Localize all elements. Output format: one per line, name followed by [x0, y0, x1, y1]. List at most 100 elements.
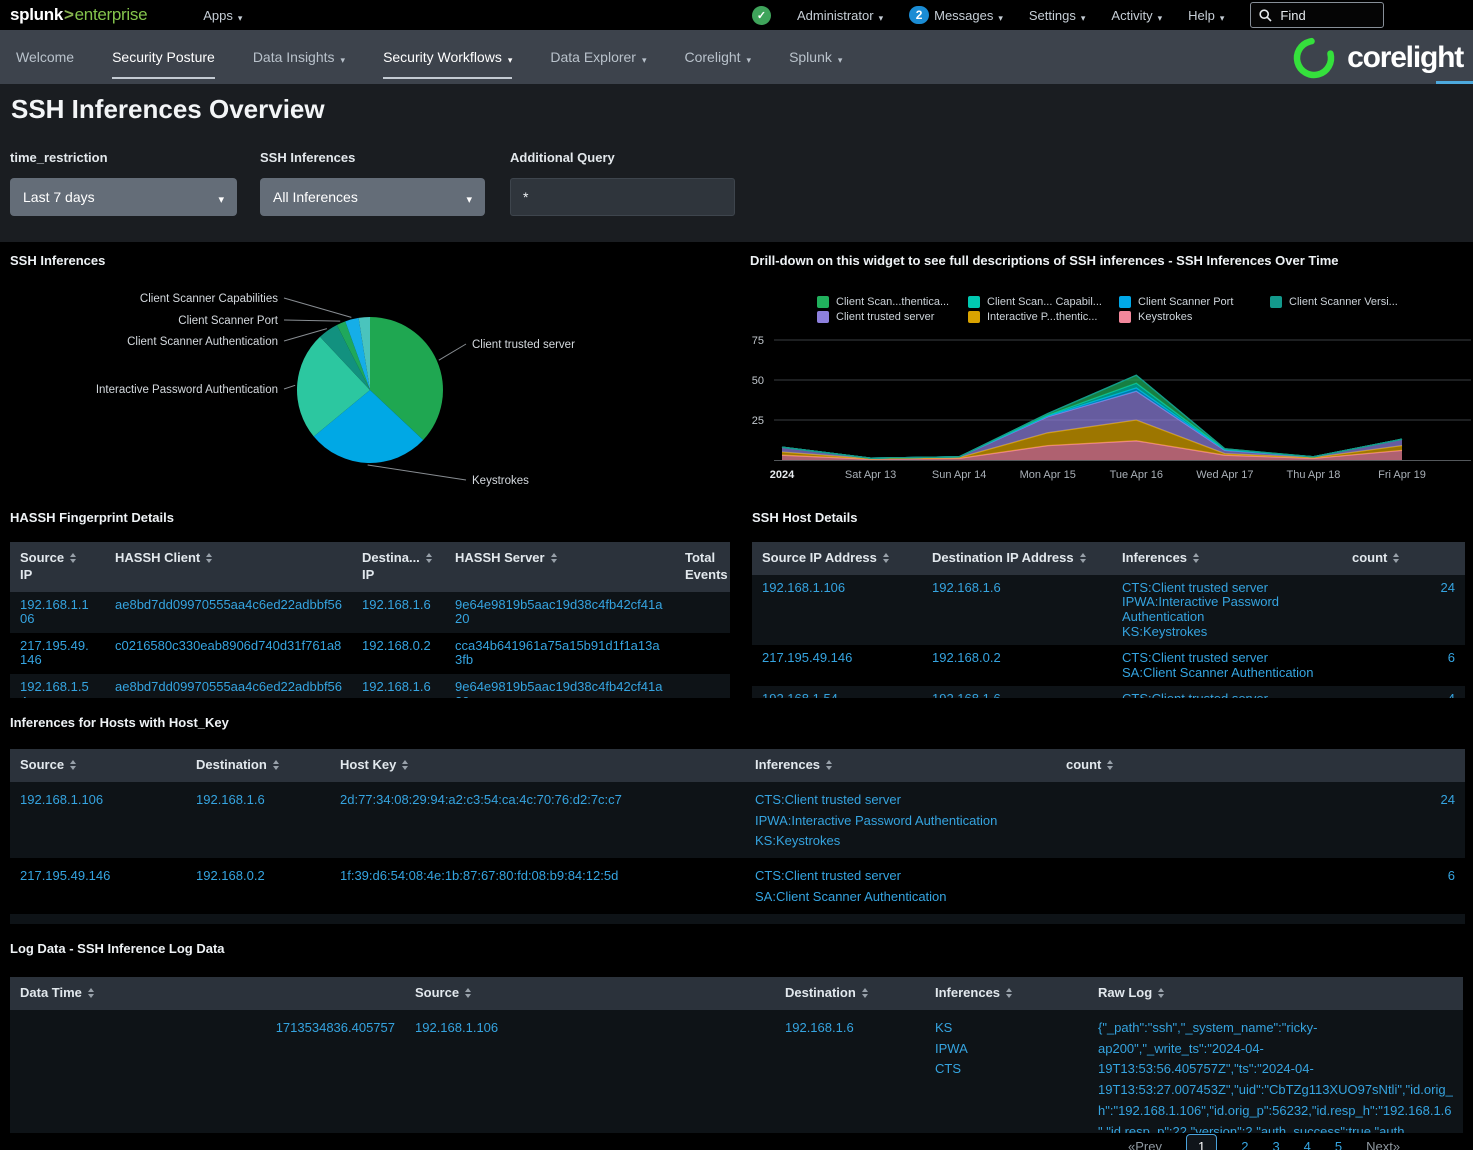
column-header-source-ip-address[interactable]: Source IP Address [752, 542, 922, 575]
legend-item-keystrokes[interactable]: Keystrokes [1119, 311, 1270, 323]
health-check-icon[interactable] [752, 6, 771, 25]
cell-link[interactable]: SA:Client Scanner Authentication [1122, 665, 1314, 680]
time-restriction-dropdown[interactable]: Last 7 days [10, 178, 237, 216]
column-header-destina-ip[interactable]: Destina... IP [352, 542, 445, 592]
cell-link[interactable]: 192.168.1.54 [20, 679, 89, 698]
column-header-hassh-client[interactable]: HASSH Client [105, 542, 352, 592]
legend-item-client-scan-capabil[interactable]: Client Scan... Capabil... [968, 296, 1119, 308]
ssh-inferences-dropdown[interactable]: All Inferences [260, 178, 485, 216]
nav-item-security-posture[interactable]: Security Posture [112, 30, 215, 84]
sort-icon[interactable] [883, 553, 889, 563]
sort-icon[interactable] [70, 760, 76, 770]
sort-icon[interactable] [1158, 988, 1164, 998]
nav-item-splunk[interactable]: Splunk [789, 30, 842, 84]
cell-link[interactable]: 24 [1441, 792, 1455, 807]
sort-icon[interactable] [1107, 760, 1113, 770]
column-header-raw-log[interactable]: Raw Log [1088, 977, 1463, 1010]
help-menu[interactable]: Help [1188, 8, 1224, 23]
cell-link[interactable]: SA:Client Scanner Authentication [755, 889, 947, 904]
administrator-menu[interactable]: Administrator [797, 8, 883, 23]
cell-link[interactable]: {"_path":"ssh","_system_name":"ricky-ap2… [1098, 1020, 1453, 1133]
column-header-source-ip[interactable]: Source IP [10, 542, 105, 592]
cell-link[interactable]: IPWA:Interactive Password Authentication [1122, 594, 1279, 624]
column-header-inferences[interactable]: Inferences [1112, 542, 1342, 575]
nav-item-data-insights[interactable]: Data Insights [253, 30, 345, 84]
legend-item-client-scanner-port[interactable]: Client Scanner Port [1119, 296, 1270, 308]
cell-link[interactable]: 192.168.1.106 [415, 1020, 498, 1035]
column-header-hassh-server[interactable]: HASSH Server [445, 542, 675, 592]
column-header-inferences[interactable]: Inferences [925, 977, 1088, 1010]
cell-link[interactable]: 192.168.0.2 [196, 868, 265, 883]
sort-icon[interactable] [1193, 553, 1199, 563]
cell-link[interactable]: 192.168.1.106 [20, 597, 89, 627]
nav-item-welcome[interactable]: Welcome [16, 30, 74, 84]
column-header-source[interactable]: Source [10, 749, 186, 782]
nav-item-corelight[interactable]: Corelight [685, 30, 752, 84]
cell-link[interactable]: ae8bd7dd09970555aa4c6ed22adbbf56 [115, 597, 342, 612]
sort-icon[interactable] [402, 760, 408, 770]
sort-icon[interactable] [70, 553, 76, 563]
cell-link[interactable]: 192.168.1.6 [196, 792, 265, 807]
cell-link[interactable]: 192.168.0.2 [362, 638, 431, 653]
sort-icon[interactable] [862, 988, 868, 998]
settings-menu[interactable]: Settings [1029, 8, 1086, 23]
cell-link[interactable]: 6 [1448, 868, 1455, 883]
column-header-destination[interactable]: Destination [775, 977, 925, 1010]
cell-link[interactable]: 217.195.49.146 [762, 650, 852, 665]
cell-link[interactable]: CTS:Client trusted server [1122, 691, 1268, 698]
pagination-page-5[interactable]: 5 [1335, 1139, 1342, 1150]
column-header-destination-ip-address[interactable]: Destination IP Address [922, 542, 1112, 575]
sort-icon[interactable] [273, 760, 279, 770]
sort-icon[interactable] [88, 988, 94, 998]
column-header-inferences[interactable]: Inferences [745, 749, 1056, 782]
cell-link[interactable]: CTS:Client trusted server [755, 792, 901, 807]
pagination-page-2[interactable]: 2 [1241, 1139, 1248, 1150]
legend-item-interactive-p-thentic[interactable]: Interactive P...thentic... [968, 311, 1119, 323]
cell-link[interactable]: 192.168.1.6 [932, 691, 1001, 698]
cell-link[interactable]: 192.168.1.6 [785, 1020, 854, 1035]
cell-link[interactable]: 192.168.1.106 [20, 792, 103, 807]
find-search[interactable] [1250, 2, 1384, 28]
apps-menu[interactable]: Apps [203, 8, 242, 23]
cell-link[interactable]: IPWA [935, 1041, 968, 1056]
cell-link[interactable]: 1713534836.405757 [276, 1020, 395, 1035]
cell-link[interactable]: 192.168.1.6 [362, 679, 431, 694]
cell-link[interactable]: 192.168.1.6 [932, 580, 1001, 595]
sort-icon[interactable] [206, 553, 212, 563]
pagination-next[interactable]: Next» [1366, 1139, 1400, 1150]
cell-link[interactable]: 217.195.49.146 [20, 868, 110, 883]
activity-menu[interactable]: Activity [1111, 8, 1162, 23]
nav-item-security-workflows[interactable]: Security Workflows [383, 30, 512, 84]
pagination-prev[interactable]: «Prev [1128, 1139, 1162, 1150]
cell-link[interactable]: CTS [935, 1061, 961, 1076]
cell-link[interactable]: 192.168.1.106 [762, 580, 845, 595]
column-header-destination[interactable]: Destination [186, 749, 330, 782]
cell-link[interactable]: 9e64e9819b5aac19d38c4fb42cf41a20 [455, 679, 662, 698]
legend-item-client-scan-thentica[interactable]: Client Scan...thentica... [817, 296, 968, 308]
additional-query-input[interactable] [510, 178, 735, 216]
sort-icon[interactable] [426, 553, 432, 563]
cell-link[interactable]: c0216580c330eab8906d740d31f761a8 [115, 638, 341, 653]
cell-link[interactable]: 4 [1448, 691, 1455, 698]
column-header-data-time[interactable]: Data Time [10, 977, 405, 1010]
cell-link[interactable]: 24 [1441, 580, 1455, 595]
cell-link[interactable]: 217.195.49.146 [20, 638, 89, 668]
sort-icon[interactable] [1006, 988, 1012, 998]
cell-link[interactable]: cca34b641961a75a15b91d1f1a13a3fb [455, 638, 660, 668]
cell-link[interactable]: 6 [1448, 650, 1455, 665]
sort-icon[interactable] [1393, 553, 1399, 563]
cell-link[interactable]: 192.168.1.54 [762, 691, 838, 698]
pagination-page-1[interactable]: 1 [1186, 1134, 1217, 1150]
column-header-host-key[interactable]: Host Key [330, 749, 745, 782]
legend-item-client-scanner-versi[interactable]: Client Scanner Versi... [1270, 296, 1421, 308]
cell-link[interactable]: IPWA:Interactive Password Authentication [755, 813, 997, 828]
pagination-page-4[interactable]: 4 [1304, 1139, 1311, 1150]
column-header-count[interactable]: count [1056, 749, 1465, 782]
legend-item-client-trusted-server[interactable]: Client trusted server [817, 311, 968, 323]
column-header-count[interactable]: count [1342, 542, 1465, 575]
sort-icon[interactable] [1080, 553, 1086, 563]
cell-link[interactable]: CTS:Client trusted server [755, 868, 901, 883]
messages-menu[interactable]: 2 Messages [909, 6, 1003, 24]
sort-icon[interactable] [465, 988, 471, 998]
cell-link[interactable]: 2d:77:34:08:29:94:a2:c3:54:ca:4c:70:76:d… [340, 792, 622, 807]
